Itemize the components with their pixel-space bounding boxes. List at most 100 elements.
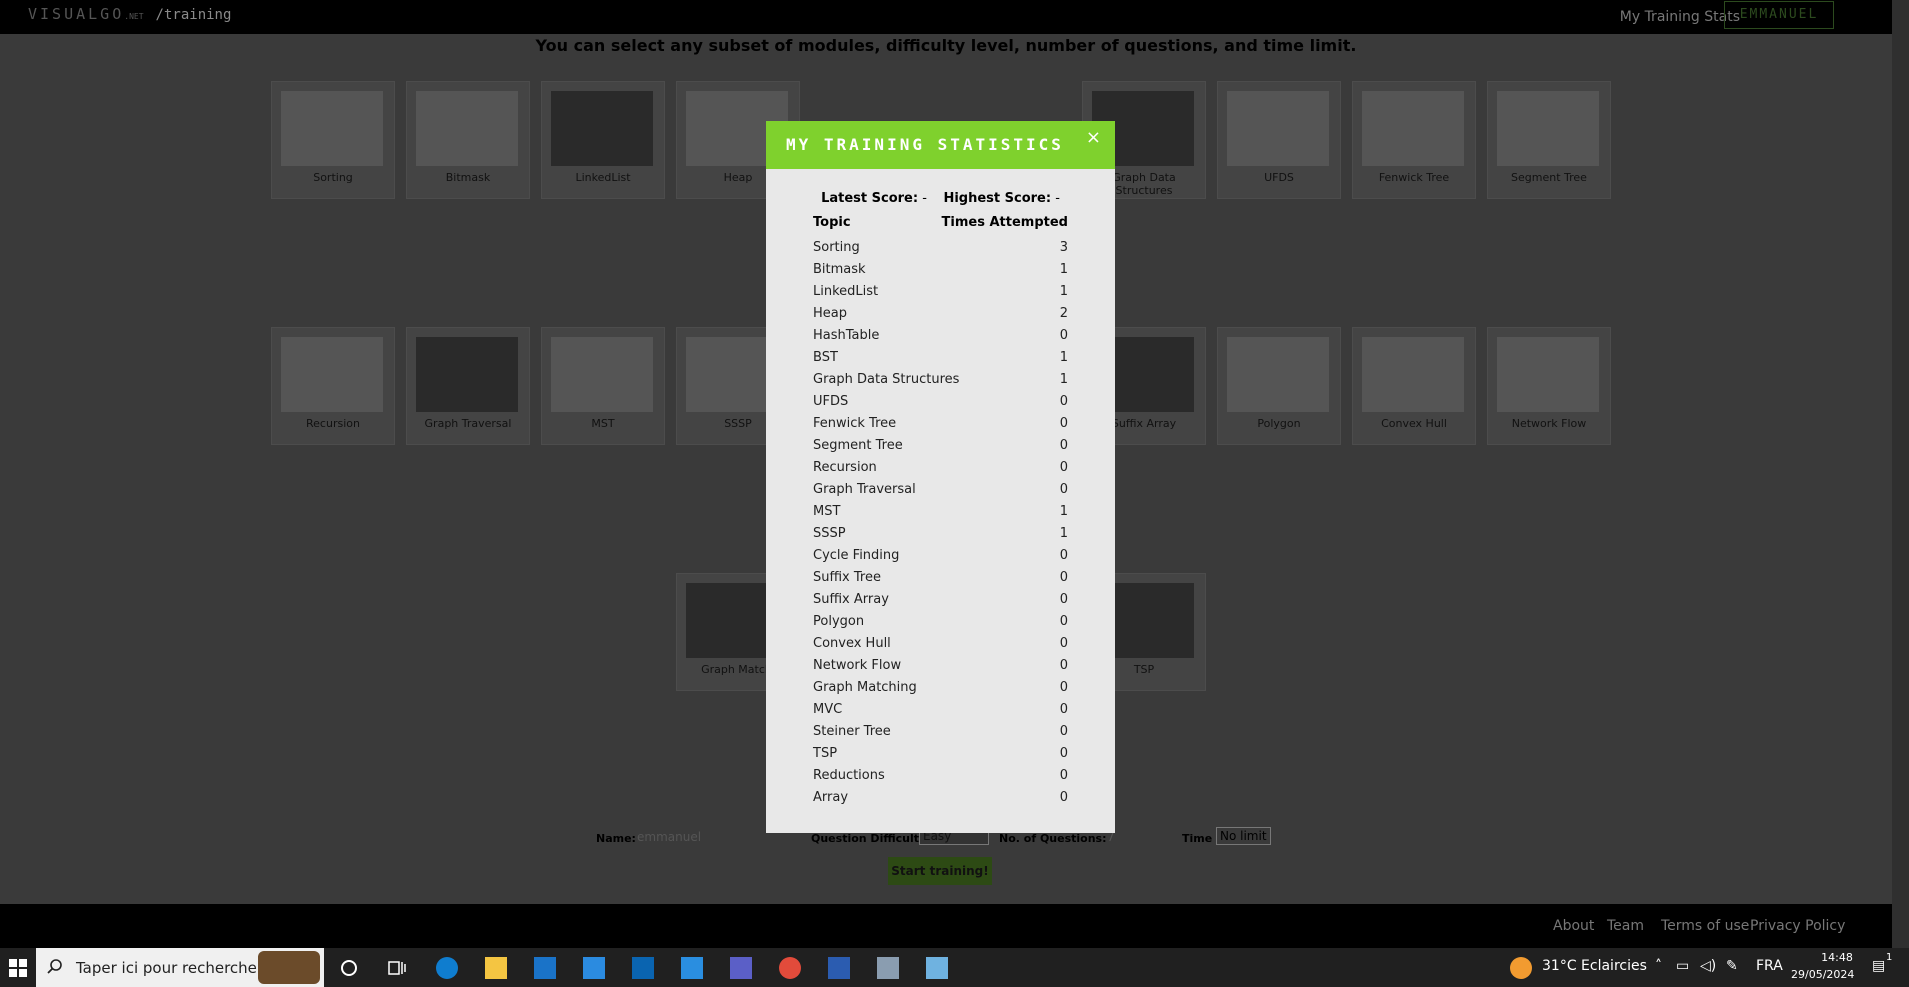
notification-count: 1 — [1886, 952, 1893, 963]
outlook-icon[interactable] — [632, 957, 654, 979]
times-attempted: 2 — [1059, 306, 1068, 321]
clock-time[interactable]: 14:48 — [1807, 951, 1867, 964]
task-view-icon[interactable] — [386, 957, 408, 979]
module-thumbnail — [1227, 91, 1329, 166]
module-card[interactable]: Graph Traversal — [406, 327, 530, 445]
chrome-icon[interactable] — [779, 957, 801, 979]
footer-privacy-link[interactable]: Privacy Policy — [1750, 918, 1845, 934]
module-label: Recursion — [306, 417, 360, 430]
stats-row: Fenwick Tree 0 — [813, 413, 1068, 435]
module-card[interactable]: Fenwick Tree — [1352, 81, 1476, 199]
store-icon[interactable] — [534, 957, 556, 979]
stats-row: TSP 0 — [813, 743, 1068, 765]
stats-row: Network Flow 0 — [813, 655, 1068, 677]
module-card[interactable]: Bitmask — [406, 81, 530, 199]
times-attempted: 1 — [1059, 262, 1068, 277]
pen-icon[interactable]: ✎ — [1726, 958, 1738, 974]
topic-name: TSP — [813, 746, 838, 761]
module-label: Fenwick Tree — [1378, 171, 1450, 184]
calculator-icon[interactable] — [877, 957, 899, 979]
times-attempted: 0 — [1059, 328, 1068, 343]
times-attempted: 3 — [1059, 240, 1068, 255]
stats-row: Polygon 0 — [813, 611, 1068, 633]
module-card[interactable]: Sorting — [271, 81, 395, 199]
weather-text[interactable]: 31°C Eclaircies — [1542, 958, 1647, 974]
notification-icon[interactable]: ▤ — [1872, 958, 1885, 974]
start-training-button[interactable]: Start training! — [888, 857, 992, 885]
module-card[interactable]: Network Flow — [1487, 327, 1611, 445]
footer-about-link[interactable]: About — [1553, 918, 1594, 934]
module-card[interactable]: LinkedList — [541, 81, 665, 199]
topic-name: Suffix Array — [813, 592, 889, 607]
stats-row: Heap 2 — [813, 303, 1068, 325]
clock-date[interactable]: 29/05/2024 — [1791, 968, 1854, 981]
times-attempted-column-header: Times Attempted — [941, 215, 1068, 230]
topic-name: Convex Hull — [813, 636, 891, 651]
volume-icon[interactable]: ◁) — [1700, 958, 1716, 974]
module-card[interactable]: Segment Tree — [1487, 81, 1611, 199]
topic-name: SSSP — [813, 526, 846, 541]
highest-score-label: Highest Score: — [943, 191, 1052, 206]
module-card[interactable]: Convex Hull — [1352, 327, 1476, 445]
module-label: Graph Traversal — [424, 417, 512, 430]
topic-name: MVC — [813, 702, 843, 717]
language-indicator[interactable]: FRA — [1756, 958, 1783, 974]
stats-row: Cycle Finding 0 — [813, 545, 1068, 567]
taskbar-search-box[interactable]: Taper ici pour rechercher — [36, 948, 324, 987]
times-attempted: 0 — [1059, 768, 1068, 783]
latest-score-value: - — [922, 191, 927, 206]
my-training-stats-link[interactable]: My Training Stats — [1620, 9, 1740, 25]
visualgo-logo[interactable]: VISUALGO.NET /training — [28, 5, 231, 23]
stats-row: Segment Tree 0 — [813, 435, 1068, 457]
network-icon[interactable]: ▭ — [1676, 958, 1689, 974]
mail-icon[interactable] — [583, 957, 605, 979]
times-attempted: 0 — [1059, 592, 1068, 607]
vscode-icon[interactable] — [681, 957, 703, 979]
user-button[interactable]: EMMANUEL — [1724, 1, 1834, 29]
stats-row: HashTable 0 — [813, 325, 1068, 347]
module-label: Bitmask — [445, 171, 491, 184]
teams-icon[interactable] — [730, 957, 752, 979]
page-path: /training — [155, 7, 232, 23]
topic-name: UFDS — [813, 394, 849, 409]
name-input[interactable]: emmanuel — [637, 830, 701, 844]
times-attempted: 1 — [1059, 284, 1068, 299]
module-label: UFDS — [1264, 171, 1294, 184]
topic-name: Sorting — [813, 240, 860, 255]
edge-icon[interactable] — [436, 957, 458, 979]
top-navbar: VISUALGO.NET /training My Training Stats… — [0, 0, 1892, 34]
windows-start-icon[interactable] — [7, 957, 29, 979]
stats-row: Suffix Array 0 — [813, 589, 1068, 611]
page-scrollbar[interactable] — [1892, 0, 1909, 948]
chevron-up-icon[interactable]: ˄ — [1655, 958, 1662, 974]
cortana-icon[interactable] — [338, 957, 360, 979]
times-attempted: 0 — [1059, 438, 1068, 453]
app-icon[interactable] — [926, 957, 948, 979]
stats-row: BST 1 — [813, 347, 1068, 369]
topic-name: Fenwick Tree — [813, 416, 897, 431]
score-summary: Latest Score: - Highest Score: - — [766, 191, 1115, 206]
stats-row: Recursion 0 — [813, 457, 1068, 479]
word-icon[interactable] — [828, 957, 850, 979]
footer-team-link[interactable]: Team — [1607, 918, 1644, 934]
search-highlight-image — [258, 951, 320, 984]
module-card[interactable]: Recursion — [271, 327, 395, 445]
logo-text: VISUALGO — [28, 5, 125, 23]
time-limit-select[interactable]: No limit — [1216, 827, 1271, 845]
file-explorer-icon[interactable] — [485, 957, 507, 979]
stats-row: UFDS 0 — [813, 391, 1068, 413]
modal-title: MY TRAINING STATISTICS — [786, 135, 1064, 154]
weather-icon[interactable] — [1510, 957, 1532, 979]
training-stats-modal: MY TRAINING STATISTICS × Latest Score: -… — [766, 121, 1115, 833]
latest-score-label: Latest Score: — [821, 191, 919, 206]
stats-table-header: Topic Times Attempted — [813, 215, 1068, 237]
windows-taskbar: Taper ici pour rechercher 31°C Eclaircie… — [0, 948, 1909, 987]
module-card[interactable]: MST — [541, 327, 665, 445]
close-icon[interactable]: × — [1086, 127, 1101, 148]
module-card[interactable]: UFDS — [1217, 81, 1341, 199]
module-card[interactable]: Polygon — [1217, 327, 1341, 445]
difficulty-label: Question Difficulty: — [811, 832, 931, 845]
times-attempted: 0 — [1059, 702, 1068, 717]
footer-terms-link[interactable]: Terms of use — [1661, 918, 1749, 934]
topic-name: Graph Traversal — [813, 482, 916, 497]
